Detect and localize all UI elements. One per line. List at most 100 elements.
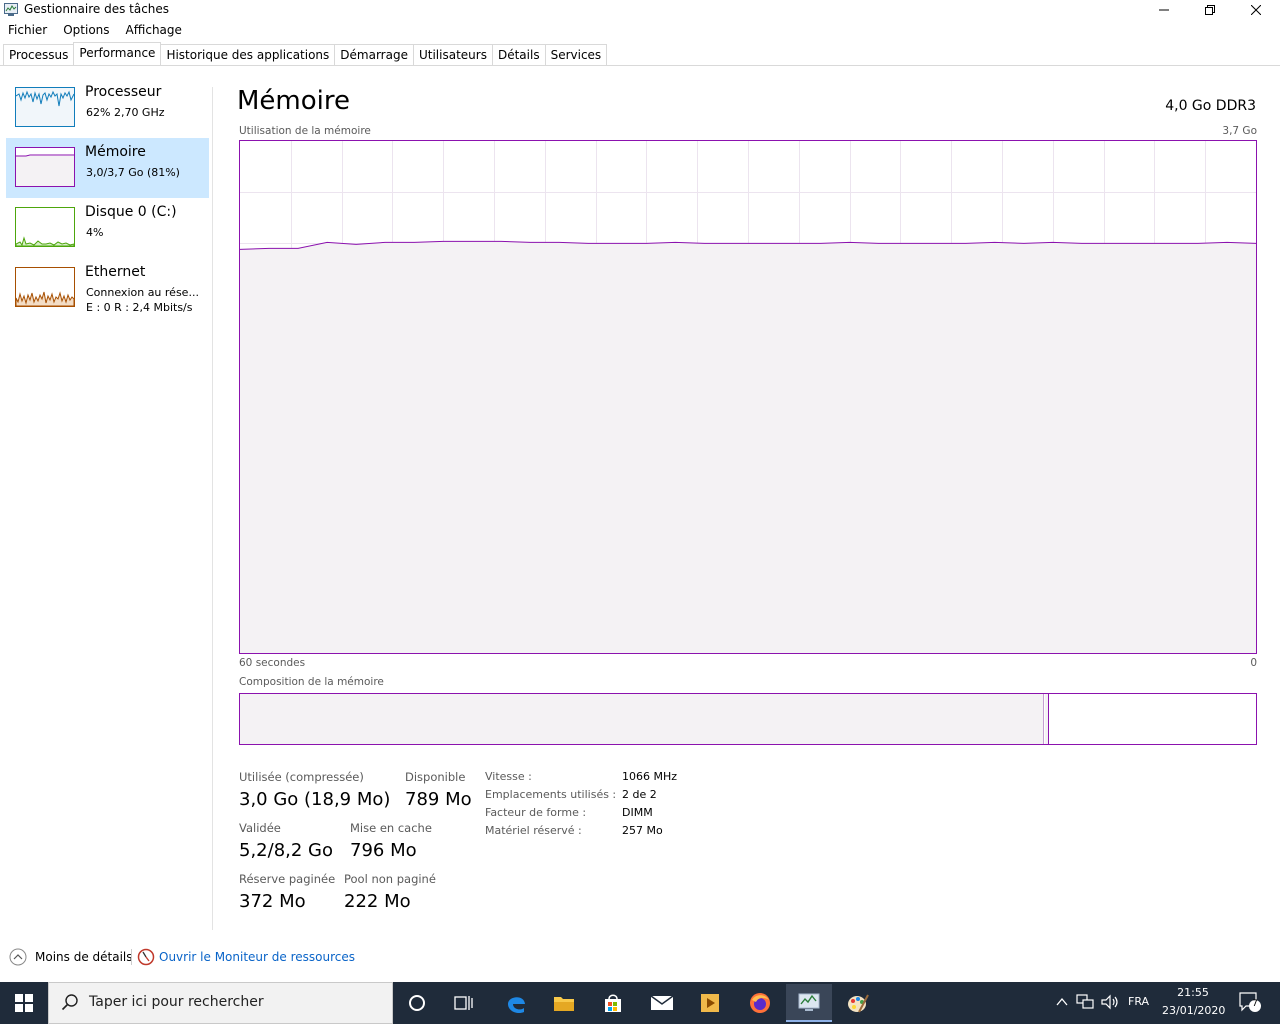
folder-icon	[554, 997, 574, 1011]
sidebar-item-label: Ethernet	[85, 264, 146, 280]
sidebar-item-label: Disque 0 (C:)	[85, 204, 177, 220]
menu-affichage[interactable]: Affichage	[118, 21, 190, 41]
tab-bar: Processus Performance Historique des app…	[3, 42, 608, 66]
page-title: Mémoire	[237, 86, 351, 116]
usage-graph-label: Utilisation de la mémoire	[239, 125, 371, 137]
chevron-up-circle-icon[interactable]	[9, 948, 27, 966]
volume-icon[interactable]	[1100, 994, 1120, 1010]
open-resource-monitor-link[interactable]: Ouvrir le Moniteur de ressources	[159, 950, 355, 964]
minimize-icon	[1159, 9, 1169, 11]
tab-services[interactable]: Services	[544, 44, 608, 66]
taskbar-paint[interactable]	[835, 984, 881, 1022]
time-axis-start: 60 secondes	[239, 657, 306, 669]
sidebar-item-sub: Connexion au rése... E : 0 R : 2,4 Mbits…	[86, 285, 199, 315]
disk-thumbnail	[15, 207, 75, 247]
clock-time[interactable]: 21:55	[1176, 986, 1210, 999]
spec-speed-value: 1066 MHz	[622, 770, 678, 783]
tab-historique[interactable]: Historique des applications	[160, 44, 336, 66]
sidebar-divider	[212, 87, 213, 930]
usage-area	[240, 241, 1256, 653]
sidebar-item-label: Mémoire	[85, 144, 146, 160]
committed-value: 5,2/8,2 Go	[239, 840, 333, 861]
restore-button[interactable]	[1187, 0, 1233, 20]
spec-reserved-label: Matériel réservé :	[485, 824, 582, 837]
spec-form-label: Facteur de forme :	[485, 806, 587, 819]
spec-speed-label: Vitesse :	[485, 770, 532, 783]
search-placeholder: Taper ici pour rechercher	[89, 994, 264, 1010]
close-button[interactable]	[1233, 0, 1279, 20]
tab-performance[interactable]: Performance	[73, 42, 162, 65]
taskbar-media-player[interactable]	[687, 984, 733, 1022]
tab-demarrage[interactable]: Démarrage	[334, 44, 414, 66]
spec-slots-value: 2 de 2	[622, 788, 657, 801]
ethernet-throughput: E : 0 R : 2,4 Mbits/s	[86, 301, 193, 314]
tab-details[interactable]: Détails	[491, 44, 546, 66]
footer-separator	[131, 949, 132, 965]
usage-graph-max: 3,7 Go	[1222, 125, 1257, 137]
memory-usage-chart	[239, 141, 1257, 653]
video-icon	[701, 994, 719, 1012]
taskbar-task-manager[interactable]	[786, 984, 832, 1022]
sidebar-item-ethernet[interactable]: Ethernet Connexion au rése... E : 0 R : …	[6, 258, 209, 318]
cached-label: Mise en cache	[350, 821, 432, 835]
start-button[interactable]	[0, 984, 48, 1022]
firefox-icon	[750, 993, 770, 1013]
notification-count: 7	[1252, 999, 1258, 1009]
minimize-button[interactable]	[1141, 0, 1187, 20]
sidebar-item-memoire[interactable]: Mémoire 3,0/3,7 Go (81%)	[6, 138, 209, 198]
close-icon	[1251, 5, 1261, 15]
taskbar-file-explorer[interactable]	[541, 984, 587, 1022]
clock-date[interactable]: 23/01/2020	[1162, 1004, 1225, 1017]
used-label: Utilisée (compressée)	[239, 770, 364, 784]
available-label: Disponible	[405, 770, 466, 784]
taskbar-store[interactable]	[590, 984, 636, 1022]
input-language[interactable]: FRA	[1128, 995, 1149, 1008]
tab-divider	[0, 65, 1280, 66]
title-bar: Gestionnaire des tâches	[0, 0, 1280, 20]
mail-icon	[650, 995, 674, 1010]
spec-slots-label: Emplacements utilisés :	[485, 788, 617, 801]
sidebar-item-label: Processeur	[85, 84, 162, 100]
tab-processus[interactable]: Processus	[3, 44, 75, 66]
restore-icon	[1205, 5, 1215, 15]
tab-utilisateurs[interactable]: Utilisateurs	[412, 44, 493, 66]
task-view-button[interactable]	[441, 984, 487, 1022]
sidebar-item-processeur[interactable]: Processeur 62% 2,70 GHz	[6, 78, 209, 138]
composition-modified	[1045, 694, 1049, 744]
cortana-button[interactable]	[394, 984, 440, 1022]
nonpaged-pool-label: Pool non paginé	[344, 872, 436, 886]
spec-reserved-value: 257 Mo	[622, 824, 663, 837]
cortana-circle-icon	[409, 995, 425, 1011]
network-icon[interactable]	[1076, 994, 1094, 1010]
taskbar-edge[interactable]	[493, 984, 539, 1022]
action-center-button[interactable]: 7	[1238, 991, 1262, 1013]
taskbar-mail[interactable]	[639, 984, 685, 1022]
resource-monitor-icon	[137, 948, 155, 966]
sidebar-item-sub: 4%	[86, 226, 104, 239]
sidebar-item-sub: 62% 2,70 GHz	[86, 106, 165, 119]
task-manager-icon	[798, 993, 820, 1011]
menu-fichier[interactable]: Fichier	[0, 21, 55, 41]
windows-logo-icon	[15, 994, 33, 1012]
sidebar-item-sub: 3,0/3,7 Go (81%)	[86, 166, 180, 179]
memory-spec: 4,0 Go DDR3	[1165, 98, 1256, 114]
menu-bar: Fichier Options Affichage	[0, 21, 190, 41]
paint-palette-icon	[848, 994, 869, 1013]
task-manager-icon	[4, 3, 18, 16]
menu-options[interactable]: Options	[55, 21, 117, 41]
cpu-thumbnail	[15, 87, 75, 127]
composition-in-use	[240, 694, 1044, 744]
window-title: Gestionnaire des tâches	[24, 2, 170, 16]
paged-pool-value: 372 Mo	[239, 891, 306, 912]
paged-pool-label: Réserve paginée	[239, 872, 336, 886]
ethernet-connection: Connexion au rése...	[86, 286, 199, 299]
less-details-link[interactable]: Moins de détails	[35, 950, 133, 964]
used-value: 3,0 Go (18,9 Mo)	[239, 789, 391, 810]
chevron-up-icon[interactable]	[1055, 995, 1069, 1009]
sidebar-item-disque[interactable]: Disque 0 (C:) 4%	[6, 198, 209, 258]
taskbar-firefox[interactable]	[737, 984, 783, 1022]
task-view-icon	[454, 996, 473, 1010]
memory-thumbnail	[15, 147, 75, 187]
cached-value: 796 Mo	[350, 840, 417, 861]
committed-label: Validée	[239, 821, 281, 835]
